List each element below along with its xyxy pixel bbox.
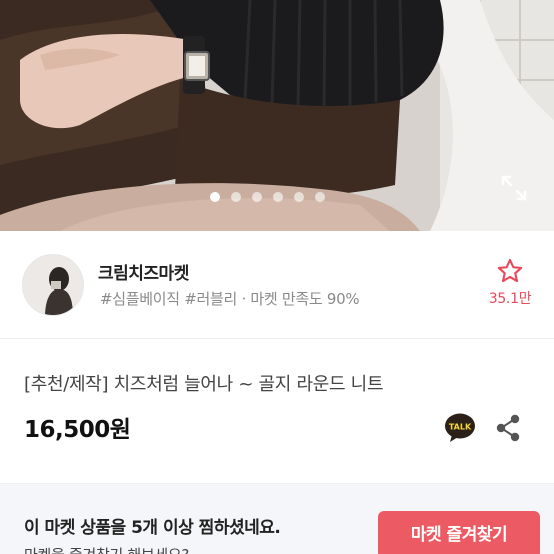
favorite-market-banner: 이 마켓 상품을 5개 이상 찜하셨네요. 마켓을 즐겨찾기 해보세요? 마켓 … [0, 483, 554, 554]
seller-avatar[interactable] [22, 254, 84, 316]
product-image-carousel[interactable] [0, 0, 554, 231]
carousel-dot[interactable] [314, 192, 325, 202]
shop-tags-satisfaction: #심플베이직 #러블리 · 마켓 만족도 90% [100, 290, 360, 308]
favorite-count: 35.1만 [488, 291, 532, 307]
seller-section: 크림치즈마켓 #심플베이직 #러블리 · 마켓 만족도 90% 35.1만 [0, 231, 554, 339]
svg-text:TALK: TALK [449, 423, 472, 432]
carousel-dot[interactable] [230, 192, 241, 202]
kakaotalk-button[interactable]: TALK [444, 413, 476, 443]
share-icon [496, 414, 520, 442]
product-title: [추천/제작] 치즈처럼 늘어나 ~ 골지 라운드 니트 [24, 374, 384, 395]
star-outline-icon [497, 258, 523, 283]
expand-icon[interactable] [500, 174, 528, 202]
favorite-market-button[interactable]: 마켓 즐겨찾기 [378, 511, 540, 554]
carousel-dot-active[interactable] [209, 192, 220, 202]
share-button[interactable] [495, 414, 521, 442]
product-price: 16,500원 [24, 417, 131, 443]
favorite-shop-button[interactable]: 35.1만 [482, 257, 538, 308]
carousel-dot[interactable] [272, 192, 283, 202]
banner-submessage: 마켓을 즐겨찾기 해보세요? [24, 544, 189, 554]
kakaotalk-icon: TALK [445, 413, 475, 442]
shop-name[interactable]: 크림치즈마켓 [98, 259, 189, 284]
carousel-dot[interactable] [251, 192, 262, 202]
banner-message: 이 마켓 상품을 5개 이상 찜하셨네요. [24, 518, 281, 538]
carousel-dot[interactable] [293, 192, 304, 202]
carousel-indicator [0, 192, 544, 204]
